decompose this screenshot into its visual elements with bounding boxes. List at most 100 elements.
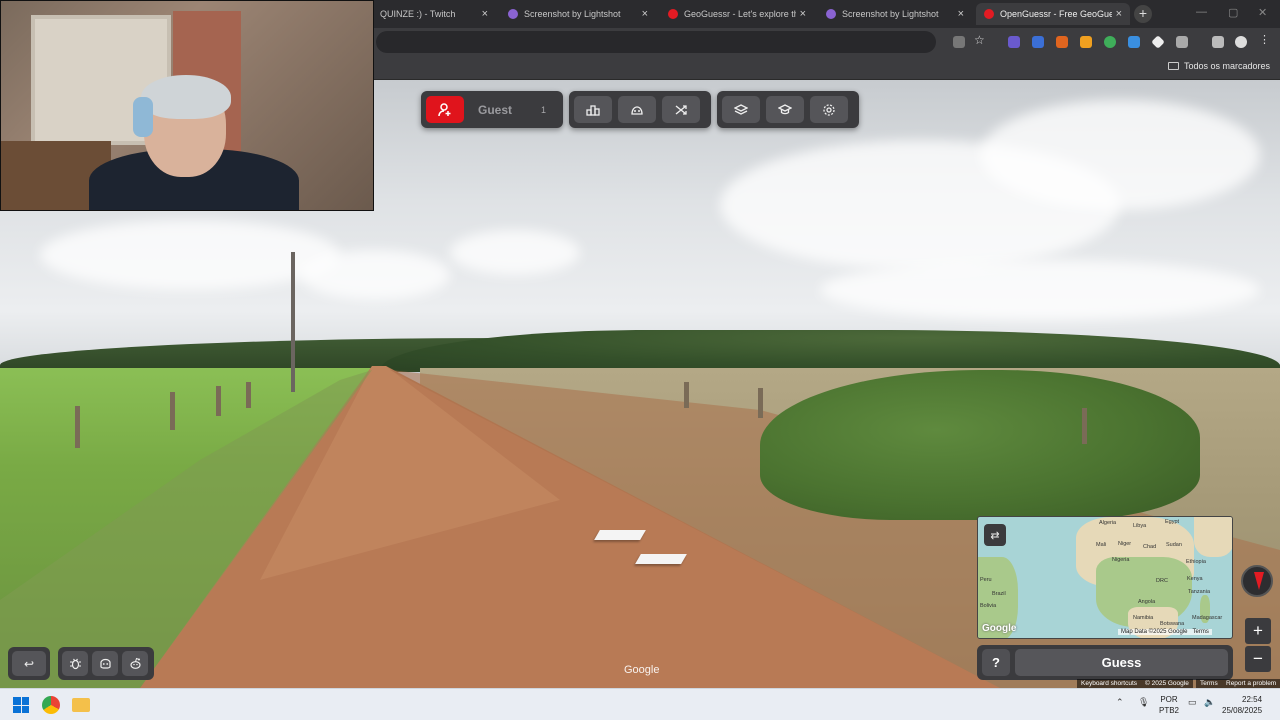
geoguessr-icon xyxy=(668,9,678,19)
map-label: Brazil xyxy=(992,591,1006,597)
system-clock[interactable]: 22:54 25/08/2025 xyxy=(1222,694,1262,716)
minimize-icon[interactable]: — xyxy=(1196,6,1207,18)
compass-needle xyxy=(1254,572,1264,590)
microphone-icon[interactable]: 🎙 xyxy=(1138,697,1149,708)
windows-taskbar: ⌃ 🎙 POR PTB2 ▭ 🔈 22:54 25/08/2025 xyxy=(0,688,1280,720)
map-options-icon[interactable]: ⇄ xyxy=(984,524,1006,546)
headset-icon xyxy=(133,97,153,137)
learn-icon[interactable] xyxy=(766,96,804,123)
fence-post xyxy=(758,388,763,418)
undo-icon[interactable]: ↩ xyxy=(12,651,46,676)
all-bookmarks-button[interactable]: Todos os marcadores xyxy=(1167,61,1270,71)
menu-kebab-icon[interactable]: ⋮ xyxy=(1259,33,1271,46)
bookmark-star-icon[interactable]: ☆ xyxy=(974,33,986,47)
map-label: Namibia xyxy=(1133,615,1154,621)
tab-geoguessr[interactable]: GeoGuessr - Let's explore the w × xyxy=(660,3,814,25)
tab-label: OpenGuessr - Free GeoGuessr xyxy=(1000,9,1112,19)
report-problem-link[interactable]: Report a problem xyxy=(1222,679,1280,688)
map-label: Bolivia xyxy=(980,603,997,609)
close-icon[interactable]: × xyxy=(482,8,488,20)
guess-bar: ? Guess xyxy=(977,645,1233,680)
windows-start-icon[interactable] xyxy=(13,697,29,713)
move-backward-arrow[interactable] xyxy=(635,554,687,564)
extension-icon[interactable] xyxy=(1056,36,1068,48)
extension-icon[interactable] xyxy=(1151,35,1165,49)
tab-label: QUINZE :) - Twitch xyxy=(380,9,456,19)
multiplayer-icon[interactable] xyxy=(618,96,656,123)
translate-icon[interactable] xyxy=(953,36,965,48)
extension-icon[interactable] xyxy=(1080,36,1092,48)
webcam-overlay xyxy=(0,0,374,211)
network-icon[interactable]: ▭ xyxy=(1188,697,1197,708)
extension-icon[interactable] xyxy=(1008,36,1020,48)
keyboard-layout: PTB2 xyxy=(1159,706,1180,715)
map-label: Ethiopia xyxy=(1186,559,1206,565)
guess-button[interactable]: Guess xyxy=(1015,649,1228,676)
compass-icon[interactable] xyxy=(1241,565,1273,597)
all-bookmarks-label: Todos os marcadores xyxy=(1183,61,1270,71)
streetview-terms-link[interactable]: Terms xyxy=(1196,679,1222,688)
random-icon[interactable] xyxy=(662,96,700,123)
map-label: DRC xyxy=(1156,578,1168,584)
map-google-logo: Google xyxy=(982,623,1017,634)
tab-label: GeoGuessr - Let's explore the w xyxy=(684,9,796,19)
reading-list-icon[interactable] xyxy=(1212,36,1224,48)
language-code: POR xyxy=(1160,695,1178,704)
window-close-icon[interactable]: ✕ xyxy=(1258,6,1267,19)
extension-icon[interactable] xyxy=(1032,36,1044,48)
map-label: Peru xyxy=(980,577,992,583)
zoom-out-button[interactable]: − xyxy=(1245,646,1271,672)
close-icon[interactable]: × xyxy=(958,8,964,20)
discord-icon[interactable] xyxy=(92,651,118,676)
map-label: Madagascar xyxy=(1192,615,1223,621)
map-label: Algeria xyxy=(1099,520,1117,526)
layers-icon[interactable] xyxy=(722,96,760,123)
google-watermark: Google xyxy=(624,664,660,676)
reddit-icon[interactable] xyxy=(122,651,148,676)
help-button[interactable]: ? xyxy=(982,649,1010,676)
extension-icon[interactable] xyxy=(1104,36,1116,48)
roadside-bush xyxy=(760,370,1200,520)
close-icon[interactable]: × xyxy=(642,8,648,20)
chrome-icon[interactable] xyxy=(42,696,60,714)
tab-openguessr[interactable]: OpenGuessr - Free GeoGuessr × xyxy=(976,3,1130,25)
language-indicator[interactable]: POR PTB2 xyxy=(1159,694,1179,716)
address-bar[interactable] xyxy=(376,31,936,53)
fence-post xyxy=(1082,408,1087,444)
map-label: Mali xyxy=(1096,542,1107,548)
mode-menu xyxy=(569,91,711,128)
zoom-in-button[interactable]: + xyxy=(1245,618,1271,644)
tab-label: Screenshot by Lightshot xyxy=(842,9,939,19)
new-tab-button[interactable]: + xyxy=(1134,5,1152,23)
maximize-icon[interactable]: ▢ xyxy=(1228,6,1238,19)
move-forward-arrow[interactable] xyxy=(594,530,646,540)
map-data-text: Map Data ©2025 Google xyxy=(1121,629,1188,635)
lightshot-icon xyxy=(508,9,518,19)
map-label: Botswana xyxy=(1160,621,1185,627)
profile-avatar[interactable] xyxy=(1235,36,1247,48)
leaderboard-icon[interactable] xyxy=(574,96,612,123)
close-icon[interactable]: × xyxy=(1116,8,1122,20)
settings-icon[interactable] xyxy=(810,96,848,123)
map-arabia xyxy=(1194,517,1232,557)
keyboard-shortcuts-link[interactable]: Keyboard shortcuts xyxy=(1077,679,1142,688)
guest-name[interactable]: Guest 1 xyxy=(470,96,554,123)
volume-icon[interactable]: 🔈 xyxy=(1204,697,1215,708)
puzzle-icon[interactable] xyxy=(1176,36,1188,48)
fence-post xyxy=(684,382,689,408)
add-user-icon[interactable] xyxy=(426,96,464,123)
openguessr-icon xyxy=(984,9,994,19)
guess-minimap[interactable]: Algeria Libya Egypt Mali Niger Chad Suda… xyxy=(977,516,1233,639)
settings-menu xyxy=(717,91,859,128)
map-terms-link[interactable]: Terms xyxy=(1192,629,1208,635)
tray-overflow-icon[interactable]: ⌃ xyxy=(1116,697,1124,708)
extension-icon[interactable] xyxy=(1128,36,1140,48)
tab-twitch[interactable]: QUINZE :) - Twitch × xyxy=(372,3,496,25)
bug-icon[interactable] xyxy=(62,651,88,676)
file-explorer-icon[interactable] xyxy=(72,698,90,712)
tab-lightshot-1[interactable]: Screenshot by Lightshot × xyxy=(500,3,656,25)
tab-lightshot-2[interactable]: Screenshot by Lightshot × xyxy=(818,3,972,25)
tab-label: Screenshot by Lightshot xyxy=(524,9,621,19)
player-menu: Guest 1 xyxy=(421,91,563,128)
close-icon[interactable]: × xyxy=(800,8,806,20)
